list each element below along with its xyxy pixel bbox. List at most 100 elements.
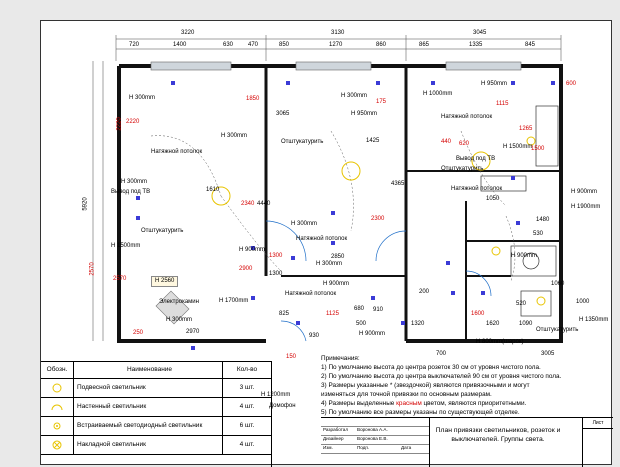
height-label: H 900mm — [359, 331, 386, 337]
left-dim: 2220 — [116, 117, 123, 131]
legend-item-name: Настенный светильник — [73, 398, 223, 416]
red-dim: 1500 — [531, 146, 545, 152]
inner-dim: 1480 — [536, 217, 550, 223]
notes-title: Примечания: — [321, 355, 360, 362]
top-dim-segment: 1335 — [469, 42, 483, 48]
red-dim: 1265 — [519, 126, 533, 132]
legend-item-qty: 4 шт. — [239, 441, 255, 448]
inner-dim: 680 — [354, 306, 365, 312]
inner-dim: 930 — [309, 333, 320, 339]
height-label: H 300mm — [341, 93, 368, 99]
sheet-label: Лист — [583, 418, 613, 429]
height-label: H 1700mm — [219, 298, 249, 304]
inner-dim: 1090 — [519, 321, 533, 327]
height-label: H 900mm — [323, 281, 350, 287]
legend-item-name: Накладной светильник — [73, 436, 223, 454]
inner-dim: 2970 — [186, 329, 200, 335]
height-label: H 300mm — [316, 261, 343, 267]
inner-dim: 1320 — [411, 321, 425, 327]
left-dim: 5920 — [82, 197, 89, 211]
top-dim-segment: 860 — [376, 42, 387, 48]
note-item: изменяться для точной привязки по основн… — [321, 391, 492, 398]
recessed-lamp-icon — [491, 246, 501, 256]
inner-dim: 530 — [533, 231, 544, 237]
stamp-row: Дизайнер Воронова Е.В. — [321, 436, 429, 445]
recessed-lamp-icon — [41, 417, 74, 435]
legend-row: Встраиваемый светодиодный светильник 6 ш… — [41, 417, 271, 436]
top-dim-segment: 630 — [223, 42, 234, 48]
inner-dim: 4440 — [257, 201, 271, 207]
inner-dim: 1610 — [206, 187, 220, 193]
highlighted-word: красным — [396, 400, 422, 407]
red-dim: 250 — [133, 330, 144, 336]
red-dim: 600 — [566, 81, 577, 87]
room-height-box: H 2560 — [151, 276, 179, 287]
title-block: Разработал Воронова А.А. Дизайнер Вороно… — [321, 417, 613, 467]
inner-dim: 1050 — [486, 196, 500, 202]
surface-lamp-icon — [41, 436, 74, 454]
legend-table: Обозн. Наименование Кол-во Подвесной све… — [41, 361, 272, 467]
height-label: H 1500mm — [111, 243, 141, 249]
inner-dim: 1425 — [366, 138, 380, 144]
legend-row: Накладной светильник 4 шт. — [41, 436, 271, 455]
stamp-grid: Разработал Воронова А.А. Дизайнер Вороно… — [321, 418, 430, 467]
note-item: 4) Размеры выделенные красным цветом, яв… — [321, 400, 527, 407]
wall-lamp-icon — [41, 398, 74, 416]
pendant-lamp-icon — [341, 161, 361, 181]
red-dim: 175 — [376, 99, 387, 105]
top-dim-segment: 850 — [279, 42, 290, 48]
height-label: H 950mm — [481, 81, 508, 87]
red-dim: 2340 — [241, 201, 255, 207]
height-label: H 900mm — [239, 247, 266, 253]
red-dim: 2900 — [239, 266, 253, 272]
inner-dim: 910 — [373, 307, 384, 313]
inner-dim: 2850 — [331, 254, 345, 260]
inner-dim: 1300 — [269, 271, 283, 277]
legend-row: Подвесной светильник 3 шт. — [41, 379, 271, 398]
sheet-title: План привязки светильников, розеток и вы… — [435, 427, 561, 443]
ceiling-label: Натяжной потолок — [451, 186, 503, 192]
note-item: 2) По умолчанию высота до центра выключа… — [321, 373, 562, 380]
inner-dim: 1000 — [576, 299, 590, 305]
plaster-label: Отштукатурить — [141, 228, 184, 234]
inner-dim: 4365 — [391, 181, 405, 187]
fireplace-label: Электрокамин — [159, 299, 199, 305]
red-dim: 150 — [286, 354, 297, 360]
red-dim: 1115 — [496, 101, 509, 107]
legend-item-name: Встраиваемый светодиодный светильник — [73, 417, 223, 435]
height-label: H 800mm(шарок) — [476, 339, 524, 345]
inner-dim: 1060 — [551, 281, 565, 287]
recessed-lamp-icon — [536, 296, 546, 306]
inner-dim: 500 — [356, 321, 367, 327]
height-label: H 300mm — [166, 317, 193, 323]
legend-header-name: Наименование — [73, 362, 223, 378]
sockets — [136, 81, 555, 350]
height-label: H 300mm — [221, 133, 248, 139]
intercom-label: Домофон — [269, 403, 296, 409]
windows — [150, 61, 522, 71]
red-dim: 440 — [441, 139, 452, 145]
height-label: H 300mm — [129, 95, 156, 101]
red-dim: 1125 — [326, 311, 339, 317]
legend-header: Обозн. Наименование Кол-во — [41, 362, 271, 379]
red-dim: 2570 — [113, 276, 127, 282]
legend-row: Настенный светильник 4 шт. — [41, 398, 271, 417]
sheet-number-box: Лист — [582, 418, 613, 467]
plaster-label: Отштукатурить — [281, 139, 324, 145]
plaster-label: Отштукатурить — [536, 327, 579, 333]
plaster-label: Отштукатурить — [441, 166, 484, 172]
inner-dim: 825 — [279, 311, 290, 317]
top-dim-overall: 3220 — [181, 30, 195, 36]
note-item: 3) Размеры указанные * (звездочкой) явля… — [321, 382, 530, 389]
top-dim-overall: 3045 — [473, 30, 487, 36]
legend-item-name: Подвесной светильник — [73, 379, 223, 397]
height-label: H 1350mm — [579, 317, 609, 323]
stamp-row: Разработал Воронова А.А. — [321, 427, 429, 436]
legend-header-symbol: Обозн. — [41, 362, 74, 378]
legend-item-qty: 4 шт. — [239, 403, 255, 410]
top-dim-segment: 865 — [419, 42, 430, 48]
legend-header-qty: Кол-во — [236, 366, 258, 373]
tv-outlet-label: Вывод под ТВ — [456, 156, 496, 162]
left-dimension-lines — [92, 61, 104, 341]
height-label: H 1900mm — [571, 204, 601, 210]
